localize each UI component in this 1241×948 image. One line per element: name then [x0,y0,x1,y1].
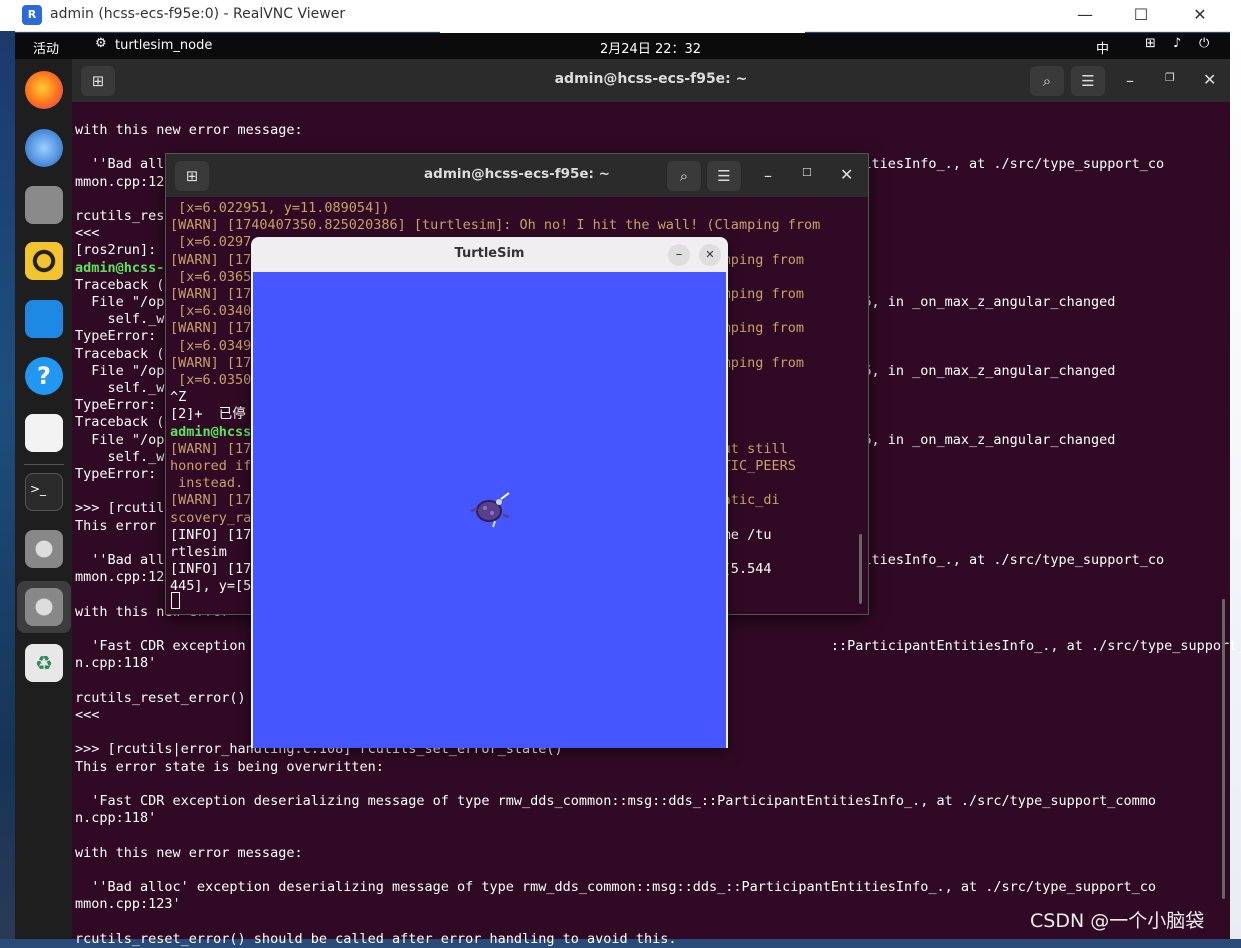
network-icon[interactable]: ⊞ [1145,36,1156,51]
turtlesim-close-button[interactable]: ✕ [699,244,721,266]
files-icon[interactable] [25,186,63,224]
input-method[interactable]: 中 [1096,38,1109,57]
menu-icon[interactable]: ☰ [1071,66,1105,96]
terminal-line: This error state is being overwritten: [75,758,384,775]
volume-icon[interactable]: ♪ [1173,36,1181,51]
writer-icon[interactable] [25,300,63,338]
dock-separator [24,464,64,465]
gnome-top-bar: 活动 ⚙ turtlesim_node 2月24日 22：32 中 ⊞ ♪ ⏻ [15,33,1230,59]
term2-minimize-button[interactable]: – [764,166,772,185]
menu-icon[interactable]: ☰ [707,161,741,191]
host-desktop-left [0,31,15,939]
turtlesim-window: TurtleSim – ✕ [251,237,728,748]
turtlesim-canvas[interactable] [253,272,726,748]
terminal-line: with this new error message: [75,844,303,861]
turtle-icon [470,492,510,528]
app-menu[interactable]: turtlesim_node [115,38,212,53]
terminal-line: 'Fast CDR exception deserializing messag… [75,792,1156,809]
second-terminal-header: ⊞ admin@hcss-ecs-f95e: ~ ⌕ ☰ – ☐ ✕ [166,154,868,197]
second-terminal-title: admin@hcss-ecs-f95e: ~ [424,166,610,182]
main-terminal-scrollbar[interactable] [1222,599,1225,899]
search-icon[interactable]: ⌕ [667,161,701,191]
trash-icon[interactable]: ♻ [25,644,63,682]
turtlesim-minimize-button[interactable]: – [668,244,690,266]
realvnc-logo-icon: R [22,5,42,25]
turtlesim-title: TurtleSim [454,246,525,261]
power-icon[interactable]: ⏻ [1199,36,1209,51]
term2-close-button[interactable]: ✕ [840,165,853,184]
maximize-button[interactable]: ☐ [1118,2,1164,28]
terminal-line: rcutils_reset_error() should be called a… [75,930,677,947]
terminal-line: [WARN] [1740407350.825020386] [turtlesim… [170,217,821,234]
csdn-watermark: CSDN @一个小脑袋 [1030,910,1205,932]
vnc-window-title: admin (hcss-ecs-f95e:0) - RealVNC Viewer [50,6,346,22]
thunderbird-icon[interactable] [25,129,63,167]
terminal-line: n.cpp:118' [75,810,157,827]
terminal-line: with this new error message: [75,122,303,138]
minimize-button[interactable]: — [1062,2,1108,28]
main-terminal-header: ⊞ admin@hcss-ecs-f95e: ~ ⌕ ☰ – ❐ ✕ [72,59,1230,102]
settings-active-icon[interactable] [25,588,63,626]
rhythmbox-icon[interactable] [25,242,63,280]
activities-button[interactable]: 活动 [33,38,59,57]
dock: ? >_ ♻ [15,59,72,939]
text-editor-icon[interactable] [25,414,63,452]
term-minimize-button[interactable]: – [1126,71,1134,90]
terminal-line: [x=6.022951, y=11.089054]) [170,200,390,216]
firefox-icon[interactable] [25,71,63,109]
second-terminal-scrollbar[interactable] [859,534,862,604]
terminal-line: ''Bad alloc' exception deserializing mes… [75,878,1156,895]
search-icon[interactable]: ⌕ [1030,66,1064,96]
settings-icon[interactable] [25,530,63,568]
terminal-icon[interactable]: >_ [25,473,63,511]
terminal-cursor [171,592,180,609]
close-button[interactable]: ✕ [1177,2,1223,28]
clock[interactable]: 2月24日 22：32 [600,38,701,57]
term-maximize-button[interactable]: ❐ [1165,71,1175,84]
term2-maximize-button[interactable]: ☐ [802,166,812,179]
app-menu-icon: ⚙ [95,36,107,51]
vnc-title-bar: R admin (hcss-ecs-f95e:0) - RealVNC View… [0,0,1241,32]
help-icon[interactable]: ? [25,357,63,395]
term-close-button[interactable]: ✕ [1203,70,1216,89]
